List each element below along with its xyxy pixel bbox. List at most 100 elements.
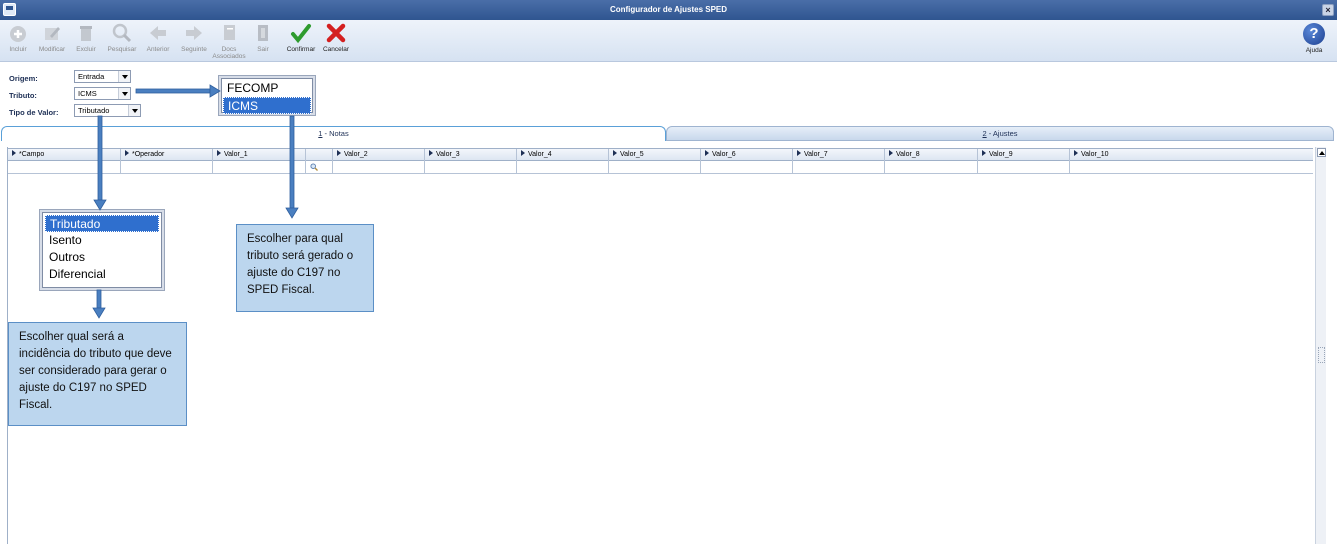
arrow-left-icon bbox=[150, 26, 166, 40]
search-icon[interactable] bbox=[310, 163, 318, 171]
tributo-options-popup: FECOMP ICMS bbox=[221, 78, 313, 114]
cell-operador[interactable] bbox=[121, 161, 213, 173]
cell-valor-9[interactable] bbox=[978, 161, 1070, 173]
cell-valor-6[interactable] bbox=[701, 161, 793, 173]
table-row bbox=[8, 161, 1313, 174]
data-grid: *Campo *Operador Valor_1 Valor_2 Valor_3… bbox=[7, 147, 1327, 544]
ajuda-button[interactable]: ? Ajuda bbox=[1301, 23, 1327, 54]
sort-icon bbox=[337, 150, 341, 156]
origem-value: Entrada bbox=[78, 72, 105, 81]
trash-icon bbox=[80, 26, 92, 41]
modificar-button[interactable]: Modificar bbox=[34, 22, 70, 60]
arrow-head-right-icon bbox=[209, 84, 221, 98]
pesquisar-button[interactable]: Pesquisar bbox=[104, 22, 140, 60]
column-header-label: Valor_5 bbox=[620, 151, 644, 158]
anterior-button[interactable]: Anterior bbox=[140, 22, 176, 60]
ajuda-label: Ajuda bbox=[1305, 47, 1323, 54]
sort-icon bbox=[982, 150, 986, 156]
column-header-label: Valor_9 bbox=[989, 151, 1013, 158]
column-header-campo[interactable]: *Campo bbox=[8, 149, 121, 161]
add-icon bbox=[10, 26, 26, 42]
vertical-scrollbar[interactable] bbox=[1315, 147, 1326, 544]
sort-icon bbox=[613, 150, 617, 156]
column-header-label: Valor_1 bbox=[224, 151, 248, 158]
cell-valor-2[interactable] bbox=[333, 161, 425, 173]
confirmar-button[interactable]: Confirmar bbox=[283, 22, 319, 60]
column-header-valor-8[interactable]: Valor_8 bbox=[885, 149, 978, 161]
cell-campo[interactable] bbox=[8, 161, 121, 173]
column-header-valor-5[interactable]: Valor_5 bbox=[609, 149, 701, 161]
excluir-button[interactable]: Excluir bbox=[68, 22, 104, 60]
cell-valor-5[interactable] bbox=[609, 161, 701, 173]
confirmar-label: Confirmar bbox=[286, 46, 316, 53]
sort-icon bbox=[797, 150, 801, 156]
tipo-option-isento[interactable]: Isento bbox=[45, 232, 159, 249]
cell-lookup[interactable] bbox=[306, 161, 333, 173]
scroll-up-icon[interactable] bbox=[1317, 148, 1326, 157]
documents-icon bbox=[224, 25, 235, 40]
cell-valor-4[interactable] bbox=[517, 161, 609, 173]
column-header-valor-2[interactable]: Valor_2 bbox=[333, 149, 425, 161]
sort-icon bbox=[12, 150, 16, 156]
grid-header: *Campo *Operador Valor_1 Valor_2 Valor_3… bbox=[8, 148, 1313, 161]
search-icon bbox=[112, 23, 132, 43]
incluir-button[interactable]: Incluir bbox=[0, 22, 36, 60]
tipo-valor-options-popup: Tributado Isento Outros Diferencial bbox=[42, 212, 162, 288]
tipo-option-outros[interactable]: Outros bbox=[45, 249, 159, 266]
column-header-label: *Campo bbox=[19, 151, 45, 158]
column-header-label: Valor_6 bbox=[712, 151, 736, 158]
column-header-label: Valor_3 bbox=[436, 151, 460, 158]
tipo-valor-label: Tipo de Valor: bbox=[9, 108, 59, 117]
column-header-label: Valor_7 bbox=[804, 151, 828, 158]
sort-icon bbox=[705, 150, 709, 156]
column-header-valor-3[interactable]: Valor_3 bbox=[425, 149, 517, 161]
tributo-option-icms[interactable]: ICMS bbox=[223, 97, 311, 114]
cell-valor-8[interactable] bbox=[885, 161, 978, 173]
column-header-lookup bbox=[306, 149, 333, 161]
tab-ajustes[interactable]: 2 - Ajustes bbox=[666, 126, 1334, 141]
docs-associados-label: Docs Associados bbox=[212, 46, 246, 60]
scroll-grip[interactable] bbox=[1318, 347, 1325, 363]
chevron-down-icon bbox=[118, 88, 130, 99]
tab-notas[interactable]: 1 - Notas bbox=[1, 126, 666, 141]
origem-select[interactable]: Entrada bbox=[74, 70, 131, 83]
tipo-valor-select[interactable]: Tributado bbox=[74, 104, 141, 117]
chevron-down-icon bbox=[118, 71, 130, 82]
cell-valor-7[interactable] bbox=[793, 161, 885, 173]
toolbar: Incluir Modificar Excluir Pesquisar Ante… bbox=[0, 20, 1337, 62]
cell-valor-10[interactable] bbox=[1070, 161, 1313, 173]
sort-icon bbox=[1074, 150, 1078, 156]
title-bar: Configurador de Ajustes SPED × bbox=[0, 0, 1337, 20]
tab-notas-label: - Notas bbox=[322, 129, 349, 138]
tipo-option-diferencial[interactable]: Diferencial bbox=[45, 266, 159, 283]
column-header-label: Valor_10 bbox=[1081, 151, 1109, 158]
tributo-option-fecomp[interactable]: FECOMP bbox=[223, 80, 311, 97]
sair-label: Sair bbox=[257, 46, 269, 53]
docs-associados-button[interactable]: Docs Associados bbox=[211, 22, 247, 60]
tipo-option-tributado[interactable]: Tributado bbox=[45, 215, 159, 232]
app-window: Configurador de Ajustes SPED × Incluir M… bbox=[0, 0, 1337, 544]
column-header-valor-1[interactable]: Valor_1 bbox=[213, 149, 306, 161]
column-header-valor-10[interactable]: Valor_10 bbox=[1070, 149, 1313, 161]
column-header-valor-7[interactable]: Valor_7 bbox=[793, 149, 885, 161]
callout-tributo-text: Escolher para qual tributo será gerado o… bbox=[247, 233, 354, 296]
column-header-operador[interactable]: *Operador bbox=[121, 149, 213, 161]
column-header-valor-4[interactable]: Valor_4 bbox=[517, 149, 609, 161]
tributo-value: ICMS bbox=[78, 89, 97, 98]
cell-valor-3[interactable] bbox=[425, 161, 517, 173]
close-button[interactable]: × bbox=[1322, 4, 1334, 16]
sort-icon bbox=[217, 150, 221, 156]
column-header-valor-6[interactable]: Valor_6 bbox=[701, 149, 793, 161]
tributo-select[interactable]: ICMS bbox=[74, 87, 131, 100]
window-title: Configurador de Ajustes SPED bbox=[609, 5, 728, 14]
callout-tipo-valor-text: Escolher qual será a incidência do tribu… bbox=[19, 331, 172, 411]
seguinte-button[interactable]: Seguinte bbox=[176, 22, 212, 60]
tipo-valor-value: Tributado bbox=[78, 106, 110, 115]
pesquisar-label: Pesquisar bbox=[107, 46, 137, 53]
column-header-valor-9[interactable]: Valor_9 bbox=[978, 149, 1070, 161]
cell-valor-1[interactable] bbox=[213, 161, 306, 173]
sair-button[interactable]: Sair bbox=[245, 22, 281, 60]
cancelar-button[interactable]: Cancelar bbox=[318, 22, 354, 60]
sort-icon bbox=[429, 150, 433, 156]
column-header-label: *Operador bbox=[132, 151, 165, 158]
